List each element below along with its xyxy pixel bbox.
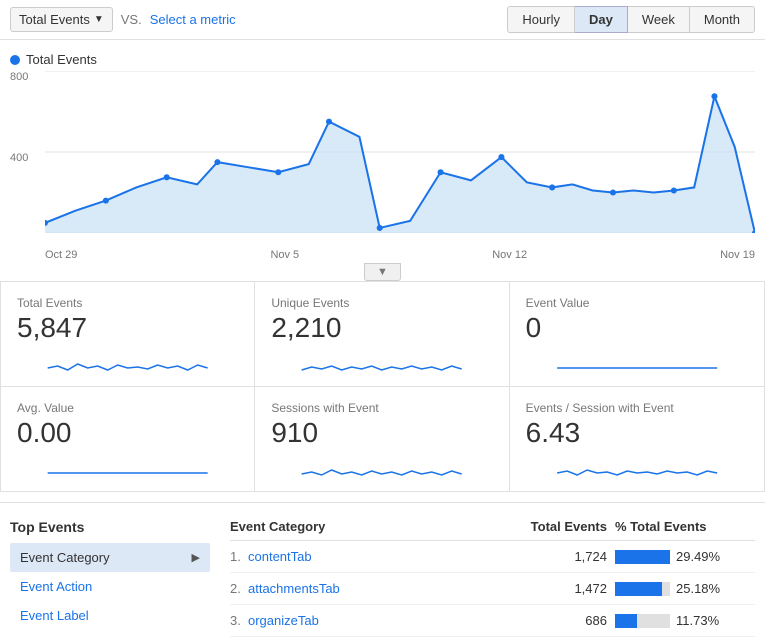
row-num-2: 2.	[230, 581, 248, 596]
metrics-grid: Total Events 5,847 Unique Events 2,210 E…	[0, 281, 765, 492]
toolbar-left: Total Events ▼ VS. Select a metric	[10, 7, 236, 32]
top-events-title: Top Events	[10, 519, 210, 535]
nav-label-1: Event Action	[20, 579, 92, 594]
metric-avg-value: Avg. Value 0.00	[1, 386, 255, 491]
metric-value-0: 5,847	[17, 312, 238, 344]
row-name-1[interactable]: contentTab	[248, 549, 475, 564]
chart-container: 800 400	[10, 71, 755, 261]
sidebar-item-event-category[interactable]: Event Category ▶	[10, 543, 210, 572]
vs-label: VS.	[121, 12, 142, 27]
sparkline-2	[526, 348, 748, 378]
row-name-2[interactable]: attachmentsTab	[248, 581, 475, 596]
row-events-1: 1,724	[475, 549, 615, 564]
events-table: Event Category Total Events % Total Even…	[230, 519, 755, 637]
x-label-nov5: Nov 5	[270, 249, 299, 261]
metric-title-3: Avg. Value	[17, 401, 238, 415]
toolbar: Total Events ▼ VS. Select a metric Hourl…	[0, 0, 765, 40]
metric-total-events: Total Events 5,847	[1, 281, 255, 386]
metric-value-3: 0.00	[17, 417, 238, 449]
nav-label-2: Event Label	[20, 608, 89, 623]
sparkline-3	[17, 453, 238, 483]
day-button[interactable]: Day	[575, 6, 628, 33]
sparkline-0	[17, 348, 238, 378]
x-label-nov19: Nov 19	[720, 249, 755, 261]
chart-legend: Total Events	[10, 52, 755, 67]
x-label-nov12: Nov 12	[492, 249, 527, 261]
col-name-header: Event Category	[230, 519, 475, 534]
pct-bar-1	[615, 550, 670, 564]
row-pct-wrap-1: 29.49%	[615, 549, 755, 564]
metric-dropdown[interactable]: Total Events ▼	[10, 7, 113, 32]
sidebar-item-event-action[interactable]: Event Action	[10, 572, 210, 601]
row-num-1: 1.	[230, 549, 248, 564]
pct-text-1: 29.49%	[676, 549, 720, 564]
metric-events-session: Events / Session with Event 6.43	[510, 386, 764, 491]
pct-bar-bg-2	[615, 582, 670, 596]
hourly-button[interactable]: Hourly	[507, 6, 575, 33]
legend-dot-icon	[10, 55, 20, 65]
pct-text-2: 25.18%	[676, 581, 720, 596]
table-row: 3. organizeTab 686 11.73%	[230, 605, 755, 637]
sparkline-4	[271, 453, 492, 483]
chart-legend-label: Total Events	[26, 52, 97, 67]
chart-area: Total Events 800 400	[0, 40, 765, 281]
nav-arrow-icon: ▶	[192, 551, 200, 564]
y-label-800: 800	[10, 71, 28, 83]
pct-bar-3	[615, 614, 637, 628]
sparkline-1	[271, 348, 492, 378]
metric-sessions-event: Sessions with Event 910	[255, 386, 509, 491]
expand-button[interactable]: ▼	[364, 263, 401, 281]
chart-svg	[45, 71, 755, 233]
row-events-2: 1,472	[475, 581, 615, 596]
row-pct-wrap-2: 25.18%	[615, 581, 755, 596]
y-axis-labels: 800 400	[10, 71, 28, 261]
metric-value-1: 2,210	[271, 312, 492, 344]
nav-label-0: Event Category	[20, 550, 110, 565]
time-button-group: Hourly Day Week Month	[507, 6, 755, 33]
select-metric-link[interactable]: Select a metric	[150, 12, 236, 27]
metric-title-4: Sessions with Event	[271, 401, 492, 415]
metric-value-4: 910	[271, 417, 492, 449]
dropdown-arrow-icon: ▼	[94, 14, 104, 25]
month-button[interactable]: Month	[690, 6, 755, 33]
metric-title-2: Event Value	[526, 296, 748, 310]
metric-value-2: 0	[526, 312, 748, 344]
table-header: Event Category Total Events % Total Even…	[230, 519, 755, 541]
metric-label: Total Events	[19, 12, 90, 27]
chart-expand: ▼	[10, 263, 755, 281]
metric-title-5: Events / Session with Event	[526, 401, 748, 415]
week-button[interactable]: Week	[628, 6, 690, 33]
pct-bar-2	[615, 582, 662, 596]
sparkline-5	[526, 453, 748, 483]
table-row: 1. contentTab 1,724 29.49%	[230, 541, 755, 573]
x-axis-labels: Oct 29 Nov 5 Nov 12 Nov 19	[45, 249, 755, 261]
col-events-header: Total Events	[475, 519, 615, 534]
metric-title-0: Total Events	[17, 296, 238, 310]
x-label-oct29: Oct 29	[45, 249, 77, 261]
col-pct-header: % Total Events	[615, 519, 755, 534]
metric-unique-events: Unique Events 2,210	[255, 281, 509, 386]
pct-bar-bg-3	[615, 614, 670, 628]
table-row: 2. attachmentsTab 1,472 25.18%	[230, 573, 755, 605]
metric-value-5: 6.43	[526, 417, 748, 449]
left-nav: Top Events Event Category ▶ Event Action…	[10, 519, 210, 637]
bottom-section: Top Events Event Category ▶ Event Action…	[0, 502, 765, 637]
pct-bar-bg-1	[615, 550, 670, 564]
y-label-400: 400	[10, 152, 28, 164]
metric-title-1: Unique Events	[271, 296, 492, 310]
metric-event-value: Event Value 0	[510, 281, 764, 386]
